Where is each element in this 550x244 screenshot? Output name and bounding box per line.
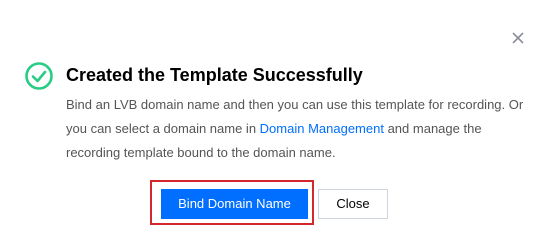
bind-domain-name-button[interactable]: Bind Domain Name bbox=[161, 189, 308, 219]
close-button[interactable]: Close bbox=[318, 189, 388, 219]
success-dialog: Created the Template Successfully Bind a… bbox=[0, 0, 550, 244]
success-check-circle-icon bbox=[24, 61, 54, 91]
dialog-description: Bind an LVB domain name and then you can… bbox=[66, 93, 526, 165]
close-icon[interactable] bbox=[506, 26, 530, 50]
dialog-title: Created the Template Successfully bbox=[66, 65, 363, 85]
domain-management-link[interactable]: Domain Management bbox=[260, 121, 384, 136]
